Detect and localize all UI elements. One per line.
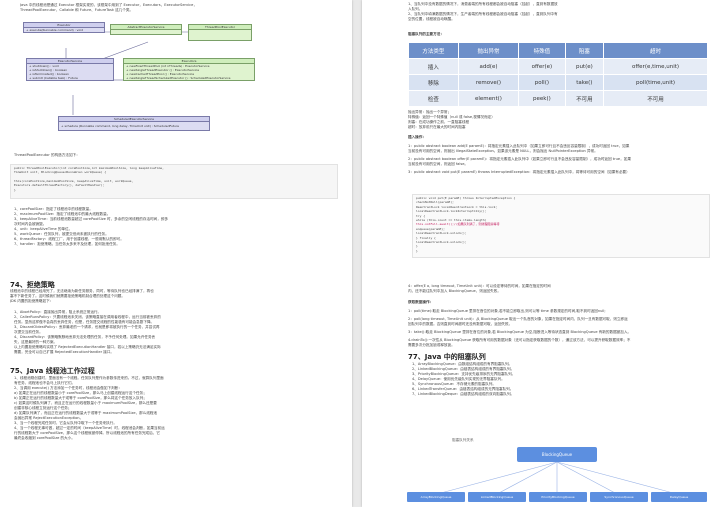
- table-cell: 不可用: [564, 90, 605, 107]
- table-cell: offer(e): [518, 58, 566, 75]
- top-list: 1、当队列中没有数据的情况下，消费者端的所有线程都会被自动阻塞（挂起），直到有数…: [408, 2, 708, 22]
- heading-77: 77、Java 中的阻塞队列: [408, 353, 486, 361]
- list-item: 回队列中的数据。否则直到时间超时还没有数据可取，返回失败。: [408, 322, 513, 326]
- list-item: 当前没有可用的空间，则抛出 IllegalStateException。如果该元…: [408, 149, 598, 153]
- tree-child-node: DelayQueue: [651, 492, 707, 502]
- right-code-block: public void put(E paramE) throws Interru…: [412, 194, 710, 258]
- table-cell: poll(): [518, 74, 566, 91]
- reject-intro: 线程池中的线程已经用完了，无法继续为新任务服务，同时，等待队列也已经排满了，再也…: [10, 289, 154, 303]
- tpe-caption: ThreadPoolExecutor 的构造方法如下：: [14, 153, 80, 157]
- table-header: 方法类型: [408, 42, 459, 59]
- list-item: 空的位置，线程被自动唤醒。: [408, 17, 455, 21]
- list-item: 需要，完全可以自己扩展 RejectedExecutionHandler 接口。: [14, 350, 115, 354]
- insert-title: 插入操作：: [408, 135, 426, 139]
- table-header: 阻塞: [564, 42, 605, 59]
- reject-list: 1、AbortPolicy：直接抛出异常，阻止系统正常运行。 2、CallerR…: [14, 310, 334, 355]
- list-item: 1：poll(time):取走 BlockingQueue 里排在首位的对象,若…: [408, 309, 606, 313]
- table-cell: peek(): [518, 90, 566, 107]
- table-row: 检查 element() peek() 不可用 不可用: [408, 90, 708, 107]
- heading-75: 75、Java 线程池工作过程: [10, 367, 95, 375]
- table-cell: 不可用: [603, 90, 708, 107]
- table-cell: add(e): [457, 58, 520, 75]
- list-item: 最终会收缩到 corePoolSize 的大小。: [14, 436, 75, 440]
- list-item: 内，还不能往队列中加入 BlockingQueue，则返回失败。: [408, 289, 501, 293]
- legend-list: 抛出异常：抛出一个异常； 特殊值：返回一个特殊值（null 或 false,视情…: [408, 110, 495, 129]
- table-cell: 检查: [408, 90, 459, 107]
- uml-executors: Executors + newFixedThreadPool (int nThr…: [123, 58, 255, 81]
- list-item: 当前没有可用的空间，则返回 false。: [408, 162, 469, 166]
- work-list: 1、线程池刚创建时，里面没有一个线程。任务队列是作为参数传进来的。不过，就算队列…: [14, 376, 339, 441]
- get-list: 1：poll(time):取走 BlockingQueue 里排在首位的对象,若…: [408, 309, 713, 348]
- table-header-row: 方法类型 抛出异常 特殊值 阻塞 超时: [408, 42, 708, 59]
- list-item: 需要多次分批加锁或释放锁。: [408, 343, 455, 347]
- tree-root-node: BlockingQueue: [517, 447, 597, 462]
- table-cell: offer(e,time,unit): [603, 58, 708, 75]
- queue-tree-diagram: 阻塞队列关系 BlockingQueue ArrayBlockingQueue …: [402, 412, 712, 507]
- insert-list: 1：public abstract boolean add(E paramE)：…: [408, 144, 713, 175]
- tree-child-node: SynchronousQueue: [590, 492, 648, 502]
- uml-executor: Executor + execute(Runnable command) : v…: [23, 22, 105, 33]
- tree-label: 阻塞队列关系: [452, 438, 474, 442]
- left-page[interactable]: Java 中的线程池是通过 Executor 框架实现的，该框架中用到了 Exe…: [0, 0, 352, 507]
- tree-child-node: LinkedBlockingQueue: [468, 492, 526, 502]
- uml-diagram: Executor + execute(Runnable command) : v…: [18, 20, 278, 140]
- table-header: 抛出异常: [457, 42, 520, 59]
- list-item: 3：take():取走 BlockingQueue 里排在首位的对象,若 Blo…: [408, 330, 632, 334]
- table-header: 特殊值: [518, 42, 566, 59]
- table-cell: element(): [457, 90, 520, 107]
- table-cell: remove(): [457, 74, 520, 91]
- uml-thread-pool-executor: ThreadPoolExecutor: [188, 24, 252, 41]
- uml-abstract-executor-service: AbstractExecutorService: [110, 24, 182, 35]
- uml-executor-service: ExecutorService + shutdown() : void + is…: [26, 58, 114, 81]
- queue-list: 1、ArrayBlockingQueue：由数组结构组成的有界阻塞队列。 2、L…: [412, 362, 712, 397]
- uml-scheduled-executor-service: ScheduledExecutorService + schedule (Run…: [58, 116, 210, 131]
- table-header: 超时: [603, 42, 708, 59]
- tree-child-node: PriorityBlockingQueue: [529, 492, 587, 502]
- table-cell: put(e): [564, 58, 605, 75]
- intro-text: Java 中的线程池是通过 Executor 框架实现的，该框架中用到了 Exe…: [20, 3, 197, 12]
- table-row: 移除 remove() poll() take() poll(time,unit…: [408, 74, 708, 91]
- tree-child-node: ArrayBlockingQueue: [407, 492, 465, 502]
- table-caption: 阻塞队列的主要方法：: [408, 32, 444, 36]
- table-row: 插入 add(e) offer(e) put(e) offer(e,time,u…: [408, 58, 708, 75]
- table-cell: 移除: [408, 74, 459, 91]
- right-page[interactable]: 1、当队列中没有数据的情况下，消费者端的所有线程都会被自动阻塞（挂起），直到有数…: [362, 0, 720, 507]
- list-item: 7、handler：拒绝策略，当任务太多来不及处理，如何拒绝任务。: [14, 242, 120, 246]
- table-cell: poll(time,unit): [603, 74, 708, 91]
- list-item: 7、LinkedBlockingDeque：由链表结构组成的双向阻塞队列。: [412, 392, 515, 396]
- code-line: }: [14, 187, 16, 192]
- table-cell: 插入: [408, 58, 459, 75]
- blocking-queue-methods-table: 方法类型 抛出异常 特殊值 阻塞 超时 插入 add(e) offer(e) p…: [408, 42, 708, 107]
- get-title: 获取数据操作：: [408, 300, 434, 304]
- table-cell: take(): [564, 74, 605, 91]
- param-list: 1、corePoolSize：指定了线程池中的线程数量。 2、maximumPo…: [14, 207, 334, 247]
- offer-list: 4：offer(E o, long timeout, TimeUnit unit…: [408, 284, 708, 294]
- list-item: 3：public abstract void put(E paramE) thr…: [408, 170, 630, 174]
- code-line: }: [416, 248, 418, 253]
- left-code-block: public ThreadPoolExecutor(int corePoolSi…: [10, 164, 338, 199]
- document-spread: Java 中的线程池是通过 Executor 框架实现的，该框架中用到了 Exe…: [0, 0, 720, 507]
